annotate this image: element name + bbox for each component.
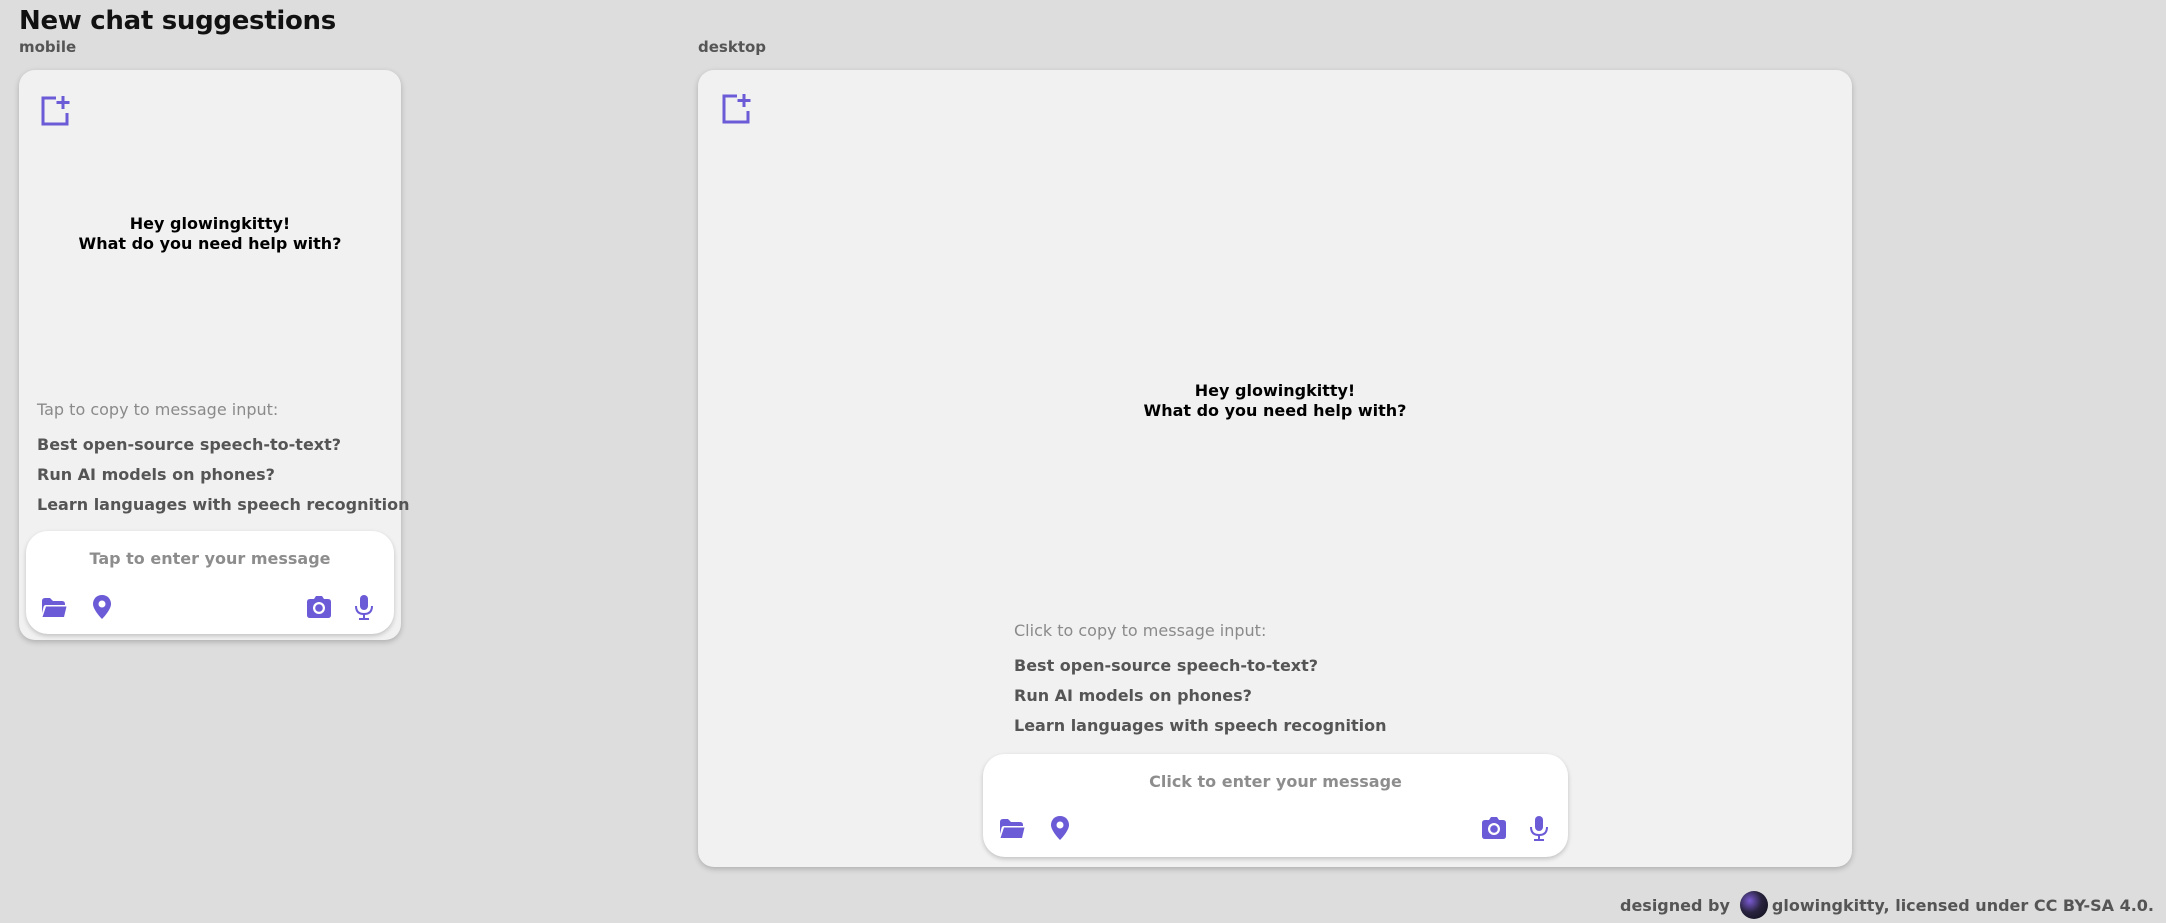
greeting: Hey glowingkitty! What do you need help … <box>19 214 401 254</box>
new-chat-icon[interactable] <box>720 92 754 126</box>
location-pin-icon[interactable] <box>1046 814 1074 842</box>
mobile-section-label: mobile <box>19 38 77 56</box>
desktop-chat-panel: Hey glowingkitty! What do you need help … <box>698 70 1852 867</box>
greeting: Hey glowingkitty! What do you need help … <box>698 381 1852 421</box>
footer-prefix: designed by <box>1619 895 1730 915</box>
message-input-card[interactable]: Click to enter your message <box>983 754 1568 857</box>
suggestion-item[interactable]: Best open-source speech-to-text? <box>1014 656 1318 675</box>
desktop-section-label: desktop <box>698 38 767 56</box>
greeting-line-1: Hey glowingkitty! <box>129 214 291 233</box>
suggestions-hint: Click to copy to message input: <box>1014 621 1267 640</box>
greeting-line-2: What do you need help with? <box>78 234 342 253</box>
message-input[interactable]: Tap to enter your message <box>26 549 394 568</box>
footer-suffix[interactable]: glowingkitty, licensed under CC BY-SA 4.… <box>1772 896 2154 915</box>
mobile-chat-panel: Hey glowingkitty! What do you need help … <box>19 70 409 640</box>
microphone-icon[interactable] <box>1525 814 1553 842</box>
microphone-icon[interactable] <box>350 593 378 621</box>
location-pin-icon[interactable] <box>88 593 116 621</box>
greeting-line-1: Hey glowingkitty! <box>1194 381 1356 400</box>
greeting-line-2: What do you need help with? <box>1143 401 1407 420</box>
camera-icon[interactable] <box>1480 814 1508 842</box>
folder-icon[interactable] <box>998 814 1026 842</box>
suggestions-hint: Tap to copy to message input: <box>37 400 279 419</box>
suggestion-item[interactable]: Best open-source speech-to-text? <box>37 435 341 454</box>
suggestion-item[interactable]: Run AI models on phones? <box>37 465 275 484</box>
avatar <box>1739 891 1768 919</box>
new-chat-icon[interactable] <box>39 94 73 128</box>
message-input[interactable]: Click to enter your message <box>983 772 1568 791</box>
suggestion-item[interactable]: Learn languages with speech recognition <box>37 495 409 514</box>
footer-credit: designed by glowingkitty, licensed under… <box>1620 891 2154 919</box>
suggestion-item[interactable]: Learn languages with speech recognition <box>1014 716 1386 735</box>
message-input-card[interactable]: Tap to enter your message <box>26 531 394 634</box>
folder-icon[interactable] <box>40 593 68 621</box>
page-title: New chat suggestions <box>19 6 336 36</box>
suggestion-item[interactable]: Run AI models on phones? <box>1014 686 1252 705</box>
camera-icon[interactable] <box>305 593 333 621</box>
